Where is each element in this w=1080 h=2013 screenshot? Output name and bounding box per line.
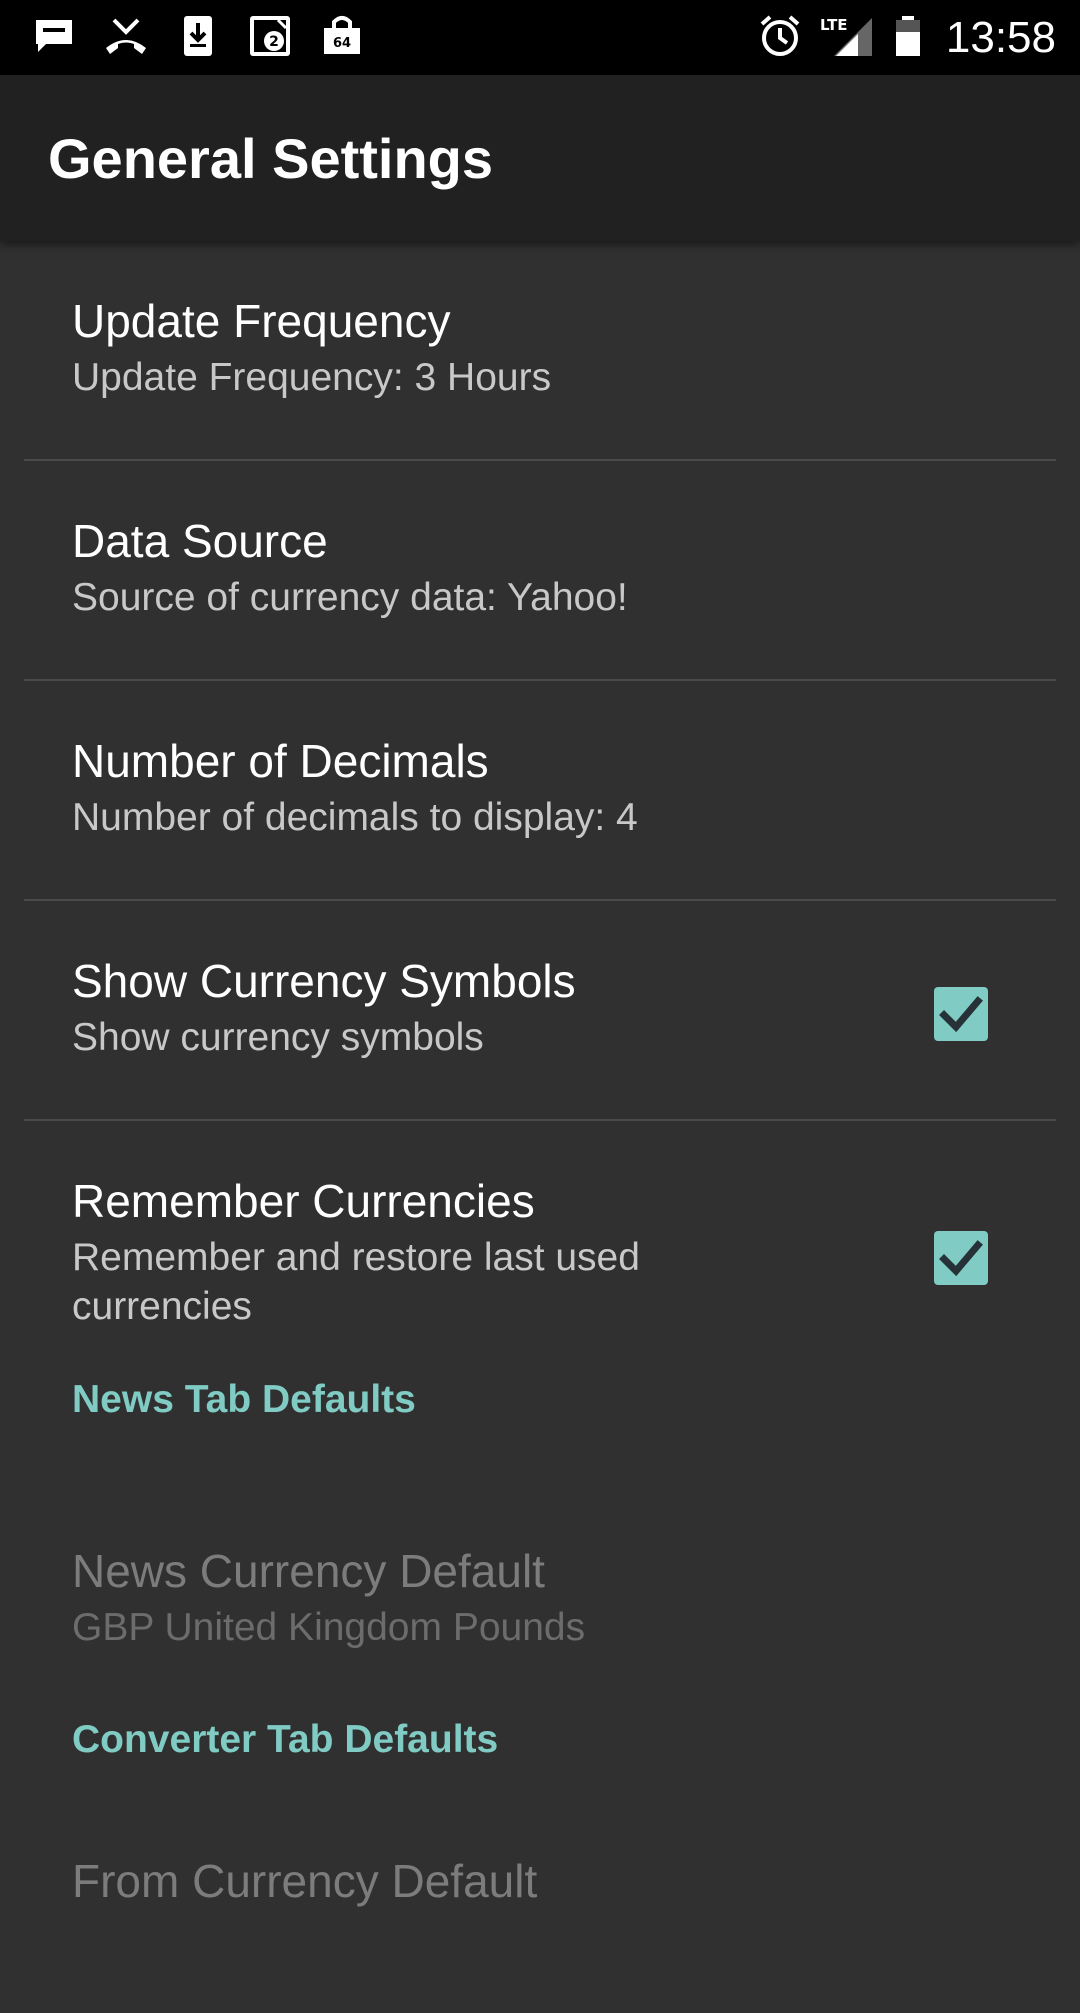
pref-title: From Currency Default xyxy=(72,1855,538,1907)
check-icon xyxy=(939,996,983,1033)
remember-currencies-checkbox[interactable] xyxy=(934,1231,988,1285)
pref-title: Number of Decimals xyxy=(72,735,489,787)
svg-text:LTE: LTE xyxy=(820,16,848,34)
status-bar: 2 64 LTE 13:58 xyxy=(0,0,1080,75)
pref-show-currency-symbols[interactable]: Show Currency Symbols Show currency symb… xyxy=(24,901,1056,1121)
category-title: News Tab Defaults xyxy=(72,1378,416,1421)
missed-call-icon xyxy=(104,14,148,58)
check-icon xyxy=(939,1240,983,1277)
pref-summary: Remember and restore last used currencie… xyxy=(72,1236,640,1328)
svg-text:64: 64 xyxy=(333,36,351,51)
preference-list: Update Frequency Update Frequency: 3 Hou… xyxy=(0,241,1080,2013)
pref-news-currency-default: News Currency Default GBP United Kingdom… xyxy=(24,1543,1056,1703)
pref-title: News Currency Default xyxy=(72,1545,545,1597)
pref-update-frequency[interactable]: Update Frequency Update Frequency: 3 Hou… xyxy=(24,241,1056,461)
battery-icon xyxy=(890,14,926,58)
app-bar: General Settings xyxy=(0,75,1080,241)
download-icon xyxy=(176,14,220,58)
alarm-icon xyxy=(758,14,802,58)
pref-title: Remember Currencies xyxy=(72,1175,535,1227)
show-currency-symbols-checkbox[interactable] xyxy=(934,987,988,1041)
category-converter-tab-defaults: Converter Tab Defaults xyxy=(24,1703,1056,1853)
bag-icon: 64 xyxy=(320,14,364,58)
pref-summary: Source of currency data: Yahoo! xyxy=(72,576,628,619)
pref-data-source[interactable]: Data Source Source of currency data: Yah… xyxy=(24,461,1056,681)
notification-badge-icon: 2 xyxy=(248,14,292,58)
pref-summary: GBP United Kingdom Pounds xyxy=(72,1606,586,1649)
pref-from-currency-default: From Currency Default xyxy=(24,1853,1056,2013)
pref-remember-currencies[interactable]: Remember Currencies Remember and restore… xyxy=(24,1121,1056,1375)
clock-time: 13:58 xyxy=(945,13,1056,62)
pref-title: Update Frequency xyxy=(72,295,451,347)
pref-summary: Update Frequency: 3 Hours xyxy=(72,356,552,399)
page-title: General Settings xyxy=(48,127,494,190)
pref-summary: Number of decimals to display: 4 xyxy=(72,796,638,839)
category-news-tab-defaults: News Tab Defaults xyxy=(24,1375,1056,1543)
pref-title: Show Currency Symbols xyxy=(72,955,576,1007)
svg-text:2: 2 xyxy=(269,34,279,50)
message-icon xyxy=(32,14,76,58)
pref-summary: Show currency symbols xyxy=(72,1016,484,1059)
pref-number-of-decimals[interactable]: Number of Decimals Number of decimals to… xyxy=(24,681,1056,901)
lte-signal-icon: LTE xyxy=(818,14,874,58)
pref-title: Data Source xyxy=(72,515,328,567)
category-title: Converter Tab Defaults xyxy=(72,1718,499,1761)
